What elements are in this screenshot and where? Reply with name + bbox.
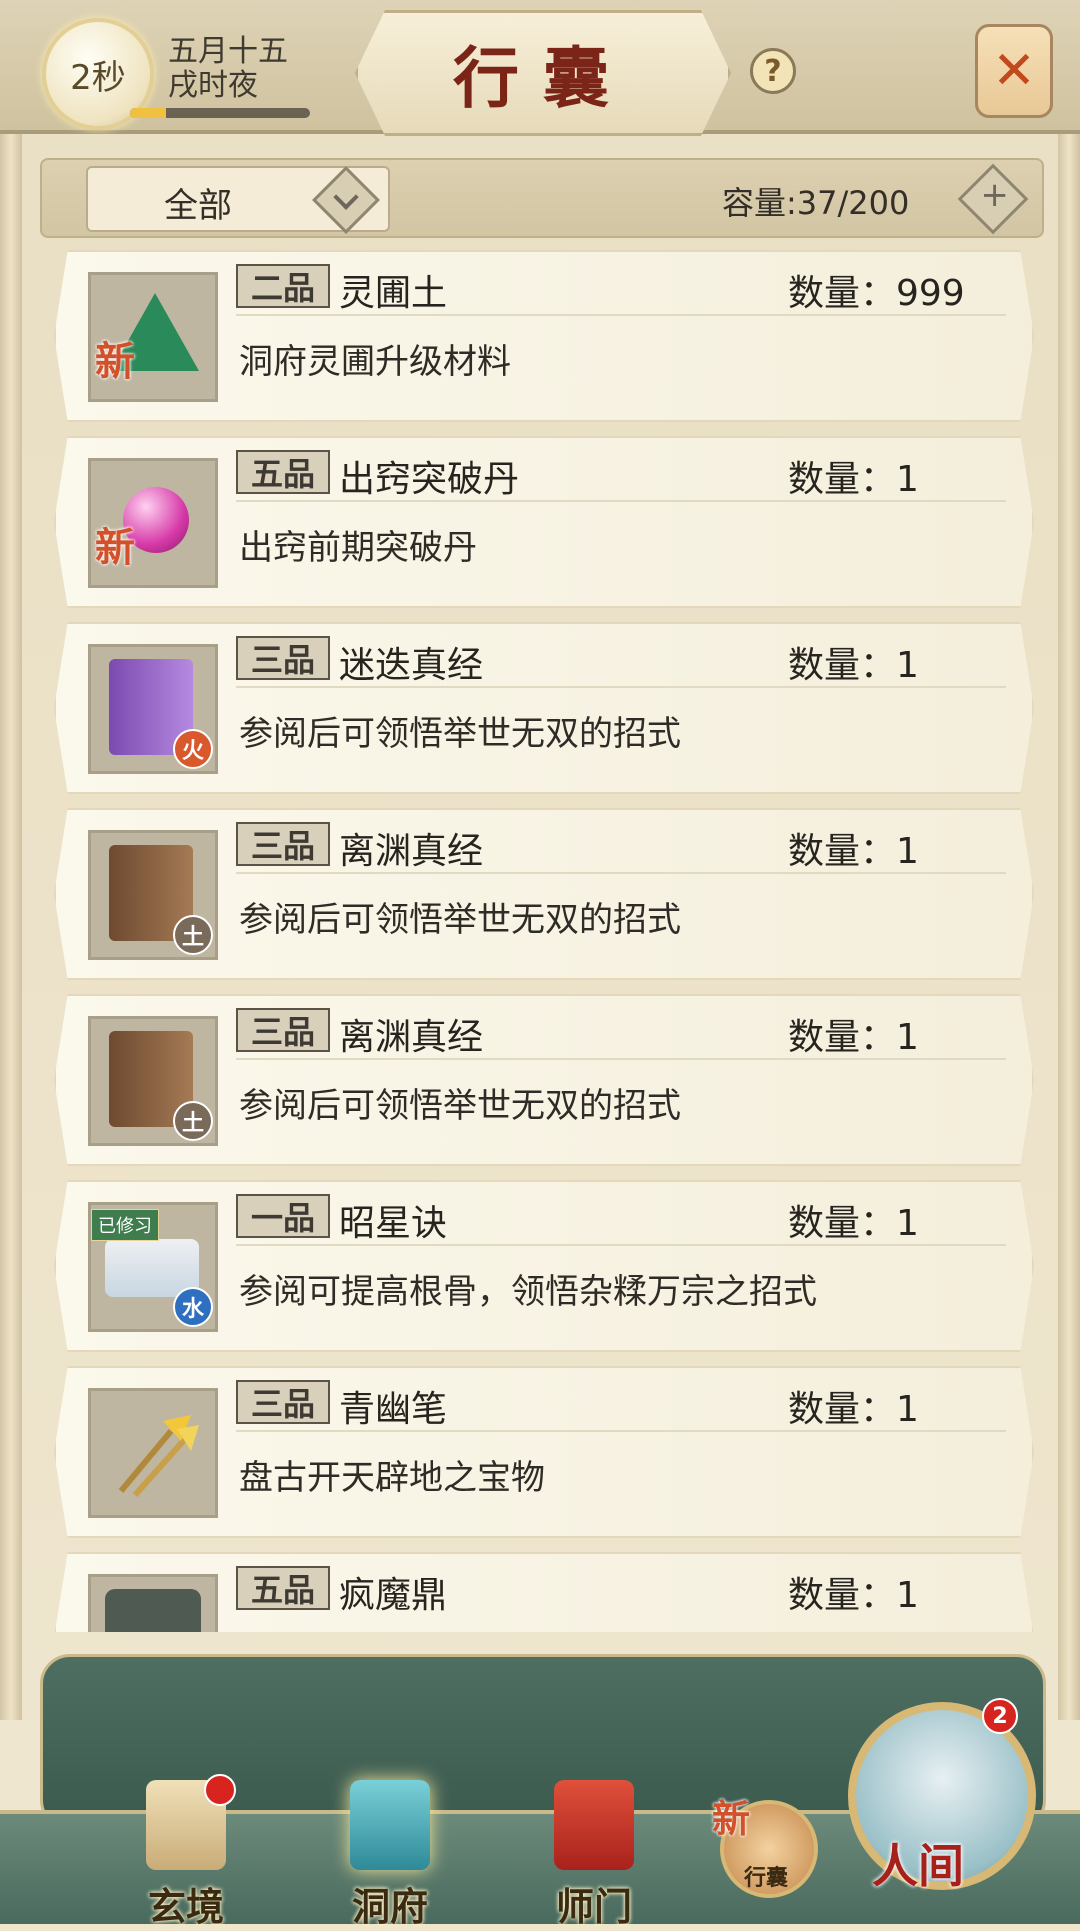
item-name: 离渊真经 xyxy=(339,831,484,872)
time-of-day: 戌时夜 xyxy=(168,68,258,103)
day-progress-bar xyxy=(130,108,310,118)
item-icon-brush xyxy=(88,1388,218,1518)
item-quantity: 数量：1 xyxy=(788,1575,919,1616)
list-item[interactable]: 新 五品 出窍突破丹 数量：1 出窍前期突破丹 xyxy=(54,436,1034,608)
element-water-badge: 水 xyxy=(173,1287,213,1327)
banner-icon xyxy=(554,1780,634,1870)
page-title: 行囊 xyxy=(453,39,633,117)
element-fire-badge: 火 xyxy=(173,729,213,769)
divider xyxy=(236,314,1006,316)
learned-status-tag: 已修习 xyxy=(91,1209,159,1241)
item-quantity: 数量：999 xyxy=(788,273,965,314)
item-icon-book: 土 xyxy=(88,830,218,960)
chevron-down-icon[interactable] xyxy=(312,166,380,234)
list-item[interactable]: 三品 青幽笔 数量：1 盘古开天辟地之宝物 xyxy=(54,1366,1034,1538)
list-item[interactable]: 火 三品 迷迭真经 数量：1 参阅后可领悟举世无双的招式 xyxy=(54,622,1034,794)
nav-item-xuanjing[interactable]: 玄境 xyxy=(116,1760,256,1929)
element-earth-badge: 土 xyxy=(173,1101,213,1141)
divider xyxy=(236,686,1006,688)
item-description: 洞府灵圃升级材料 xyxy=(239,342,511,382)
element-earth-badge: 土 xyxy=(173,915,213,955)
divider xyxy=(236,1430,1006,1432)
grade-badge: 三品 xyxy=(236,636,330,680)
grade-badge: 一品 xyxy=(236,1194,330,1238)
list-item[interactable]: 土 三品 离渊真经 数量：1 参阅后可领悟举世无双的招式 xyxy=(54,808,1034,980)
brush-icon xyxy=(118,1415,199,1497)
item-quantity: 数量：1 xyxy=(788,645,919,686)
item-description: 参阅可提高根骨，领悟杂糅万宗之招式 xyxy=(239,1272,817,1312)
capacity-label: 容量:37/200 xyxy=(722,184,910,222)
item-name: 离渊真经 xyxy=(339,1017,484,1058)
item-name: 昭星诀 xyxy=(339,1203,448,1244)
grade-badge: 五品 xyxy=(236,450,330,494)
list-item[interactable]: 新 二品 灵圃土 数量：999 洞府灵圃升级材料 xyxy=(54,250,1034,422)
expand-capacity-icon[interactable] xyxy=(957,163,1029,235)
item-quantity: 数量：1 xyxy=(788,1389,919,1430)
item-icon-cauldron xyxy=(88,1574,218,1632)
world-label: 人间 xyxy=(872,1839,964,1893)
grade-badge: 五品 xyxy=(236,1566,330,1610)
item-name: 疯魔鼎 xyxy=(339,1575,448,1616)
nav-label: 玄境 xyxy=(147,1885,224,1929)
inventory-list[interactable]: 新 二品 灵圃土 数量：999 洞府灵圃升级材料 新 五品 出窍突破丹 数量：1… xyxy=(0,250,1080,1632)
item-name: 灵圃土 xyxy=(339,273,448,314)
new-tag: 新 xyxy=(95,339,135,385)
item-description: 参阅后可领悟举世无双的招式 xyxy=(239,1086,681,1126)
item-description: 参阅后可领悟举世无双的招式 xyxy=(239,714,681,754)
item-description: 出窍前期突破丹 xyxy=(239,528,477,568)
item-quantity: 数量：1 xyxy=(788,459,919,500)
category-dropdown-label: 全部 xyxy=(164,186,232,226)
item-icon-spirit-soil: 新 xyxy=(88,272,218,402)
grade-badge: 三品 xyxy=(236,1380,330,1424)
category-dropdown[interactable]: 全部 xyxy=(86,166,390,234)
item-name: 迷迭真经 xyxy=(339,645,484,686)
day-progress-fill xyxy=(130,108,166,118)
item-description: 参阅后可领悟举世无双的招式 xyxy=(239,900,681,940)
item-quantity: 数量：1 xyxy=(788,1203,919,1244)
new-tag: 新 xyxy=(95,525,135,571)
new-tag: 新 xyxy=(712,1797,751,1841)
item-icon-pill: 新 xyxy=(88,458,218,588)
nav-item-dongfu[interactable]: 洞府 xyxy=(320,1760,460,1929)
title-plate: 行囊 xyxy=(355,10,731,136)
nav-label: 洞府 xyxy=(351,1885,428,1929)
item-icon-book: 火 xyxy=(88,644,218,774)
divider xyxy=(236,500,1006,502)
divider xyxy=(236,1244,1006,1246)
list-item[interactable]: 已修习 水 一品 昭星诀 数量：1 参阅可提高根骨，领悟杂糅万宗之招式 xyxy=(54,1180,1034,1352)
bottom-nav: 玄境 洞府 师门 新 行囊 2 人间 xyxy=(0,1640,1080,1929)
divider xyxy=(236,872,1006,874)
item-quantity: 数量：1 xyxy=(788,1017,919,1058)
item-name: 青幽笔 xyxy=(339,1389,448,1430)
cauldron-icon xyxy=(105,1589,201,1632)
nav-label: 师门 xyxy=(555,1885,632,1929)
divider xyxy=(236,1058,1006,1060)
nav-item-shimen[interactable]: 师门 xyxy=(524,1760,664,1929)
help-icon[interactable]: ? xyxy=(750,48,796,94)
bag-label: 行囊 xyxy=(744,1866,789,1891)
item-name: 出窍突破丹 xyxy=(339,459,520,500)
item-icon-book: 土 xyxy=(88,1016,218,1146)
item-quantity: 数量：1 xyxy=(788,831,919,872)
notification-dot xyxy=(204,1774,236,1806)
grade-badge: 三品 xyxy=(236,822,330,866)
item-icon-scroll: 已修习 水 xyxy=(88,1202,218,1332)
header-bar: 2秒 五月十五 戌时夜 行囊 ? ✕ xyxy=(0,0,1080,136)
notification-badge: 2 xyxy=(982,1698,1018,1734)
list-item[interactable]: 土 三品 离渊真经 数量：1 参阅后可领悟举世无双的招式 xyxy=(54,994,1034,1166)
close-button[interactable]: ✕ xyxy=(975,24,1053,118)
list-item[interactable]: 五品 疯魔鼎 数量：1 xyxy=(54,1552,1034,1632)
grade-badge: 二品 xyxy=(236,264,330,308)
grade-badge: 三品 xyxy=(236,1008,330,1052)
lantern-icon xyxy=(350,1780,430,1870)
filter-bar: 全部 容量:37/200 xyxy=(40,158,1044,238)
item-description: 盘古开天辟地之宝物 xyxy=(239,1458,545,1498)
